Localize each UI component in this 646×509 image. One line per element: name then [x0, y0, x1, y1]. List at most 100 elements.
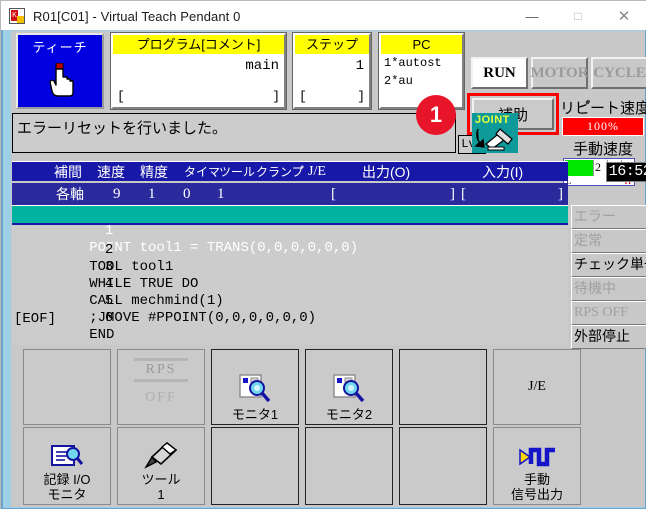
fn-label: J/E — [528, 378, 546, 394]
repeat-speed-value: 100% — [562, 117, 644, 136]
step-field[interactable]: ステップ 1 [ ] — [292, 32, 372, 110]
teach-pendant-inner: ティーチ プログラム[コメント] main [ ] ステップ 1 [] PC … — [3, 30, 646, 508]
input-bracket-open: [ — [461, 186, 466, 202]
app-icon: K — [9, 8, 25, 24]
program-editor[interactable]: 1 POINT tool1 = TRANS(0,0,0,0,0,0) 2 TOO… — [12, 205, 568, 345]
teach-mode-button[interactable]: ティーチ — [16, 33, 104, 109]
status-normal[interactable]: 定常 — [571, 229, 646, 253]
menu-item-clamp[interactable]: クランプ゚ — [256, 162, 304, 182]
step-field-comment: [ ] — [295, 90, 369, 107]
code-line[interactable]: 1 POINT tool1 = TRANS(0,0,0,0,0,0) — [12, 206, 568, 256]
fn-label-line1: 記録 I/O — [43, 472, 91, 487]
fn-button-top-5[interactable] — [399, 349, 487, 425]
document-magnifier-icon — [51, 445, 84, 466]
fn-label: モニタ2 — [325, 407, 373, 422]
rps-label: RPS — [145, 362, 177, 377]
menu-item-hokan[interactable]: 補間 — [54, 162, 82, 182]
fn-button-rps-off[interactable]: RPS OFF — [117, 349, 205, 425]
output-bracket-close: ] — [450, 186, 455, 202]
code-line-text: ;JMOVE #PPOINT(0,0,0,0,0,0) — [89, 310, 317, 326]
fn-button-monitor-2[interactable]: モニタ2 — [305, 349, 393, 425]
annotation-badge-1: 1 — [416, 95, 456, 135]
fn-button-bot-5[interactable] — [399, 427, 487, 505]
fn-label-line2: 1 — [157, 487, 165, 502]
status-rps-off[interactable]: RPS OFF — [571, 301, 646, 325]
status-check-single[interactable]: チェック単一 — [571, 253, 646, 277]
menu-item-output[interactable]: 出力(O) — [362, 162, 410, 182]
code-line-number: 5 — [104, 293, 114, 309]
status-error[interactable]: エラー — [571, 205, 646, 229]
top-status-row: ティーチ プログラム[コメント] main [ ] ステップ 1 [] PC … — [11, 31, 646, 186]
menu-item-seido[interactable]: 精度 — [140, 162, 168, 182]
fn-label-line2: 信号出力 — [510, 487, 563, 502]
application-window: K R01[C01] - Virtual Teach Pendant 0 — □… — [0, 0, 646, 509]
teach-mode-label: ティーチ — [32, 40, 88, 55]
message-text: エラーリセットを行いました。 — [17, 120, 228, 137]
code-line-number: 3 — [104, 259, 114, 275]
fn-button-record-io-monitor[interactable]: 記録 I/O モニタ — [23, 427, 111, 505]
fn-button-monitor-1[interactable]: モニタ1 — [211, 349, 299, 425]
pc-field[interactable]: PC 1*autost 2*au — [378, 32, 465, 110]
menu-item-tool[interactable]: ツール — [219, 162, 255, 182]
fn-label: モニタ1 — [231, 407, 279, 422]
fn-label-line1: 手動 — [523, 472, 550, 487]
tool-icon — [144, 441, 178, 469]
repeat-speed-label: リピ゚ート速度 — [560, 100, 646, 117]
status-waiting[interactable]: 待機中 — [571, 277, 646, 301]
step-bracket-open: [ — [299, 89, 307, 104]
menu-item-je[interactable]: J/E — [308, 162, 326, 182]
fn-label-line2: モニタ — [47, 487, 87, 502]
fn-button-bot-3[interactable] — [211, 427, 299, 505]
parameter-value-row: 各軸 9 1 0 1 [ ] [ ] — [12, 183, 568, 205]
menu-item-input[interactable]: 入力(I) — [482, 162, 523, 182]
monitor-magnifier-icon — [333, 374, 365, 403]
fn-button-bot-4[interactable] — [305, 427, 393, 505]
input-bracket-close: ] — [558, 186, 563, 202]
code-line-number: 1 — [104, 223, 114, 239]
code-line-text: END — [89, 327, 115, 343]
manual-speed-value: 2 — [595, 160, 601, 174]
maximize-button[interactable]: □ — [555, 1, 601, 31]
teach-pendant-frame: ティーチ プログラム[コメント] main [ ] ステップ 1 [] PC … — [1, 30, 646, 509]
run-lamp[interactable]: RUN — [471, 57, 528, 89]
fn-button-tool-1[interactable]: ツール 1 — [117, 427, 205, 505]
code-line-number: 4 — [104, 276, 114, 292]
fn-button-top-1[interactable] — [23, 349, 111, 425]
window-title: R01[C01] - Virtual Teach Pendant 0 — [33, 8, 241, 24]
value-timer: 1 — [217, 186, 225, 202]
manual-speed-fill — [565, 160, 593, 176]
menu-item-timer[interactable]: タイマ — [184, 162, 220, 182]
value-seido: 0 — [183, 186, 191, 202]
clock-display: 16:52 — [606, 162, 646, 182]
fn-button-je[interactable]: J/E — [493, 349, 581, 425]
status-indicator-stack: エラー 定常 チェック単一 待機中 RPS OFF 外部停止 — [571, 205, 646, 349]
hand-pointer-icon — [49, 63, 74, 97]
value-hokan: 9 — [113, 186, 121, 202]
program-field-header: プログラム[コメント] — [113, 35, 284, 54]
rps-state-label: OFF — [145, 390, 177, 405]
code-line-number: 6 — [104, 310, 114, 326]
close-button[interactable]: ✕ — [601, 1, 646, 31]
joint-mode-icon[interactable]: JOINT — [472, 113, 518, 153]
axis-label: 各軸 — [56, 186, 84, 202]
cycle-lamp[interactable]: CYCLE — [591, 57, 646, 89]
message-box: エラーリセットを行いました。 — [12, 113, 456, 153]
status-external-stop[interactable]: 外部停止 — [571, 325, 646, 349]
step-field-header: ステップ — [295, 35, 369, 54]
step-field-value: 1 — [355, 58, 364, 74]
pc-field-header: PC — [381, 35, 462, 54]
pc-field-line-2: 2*au — [384, 74, 413, 88]
minimize-button[interactable]: — — [509, 1, 555, 31]
output-bracket-open: [ — [331, 186, 336, 202]
program-bracket-close: ] — [272, 89, 280, 104]
code-line-text: POINT tool1 = TRANS(0,0,0,0,0,0) — [89, 240, 359, 256]
menu-item-sokudo[interactable]: 速度 — [97, 162, 125, 182]
step-bracket-close: ] — [357, 89, 365, 104]
pc-field-line-1: 1*autost — [384, 56, 442, 70]
fn-button-manual-signal-output[interactable]: 手動 信号出力 — [493, 427, 581, 505]
motor-lamp[interactable]: MOTOR — [530, 57, 589, 89]
signal-output-icon — [519, 447, 555, 467]
program-field[interactable]: プログラム[コメント] main [ ] — [110, 32, 287, 110]
manual-speed-label: 手動速度 — [572, 141, 633, 158]
code-line-number: 2 — [104, 242, 114, 258]
